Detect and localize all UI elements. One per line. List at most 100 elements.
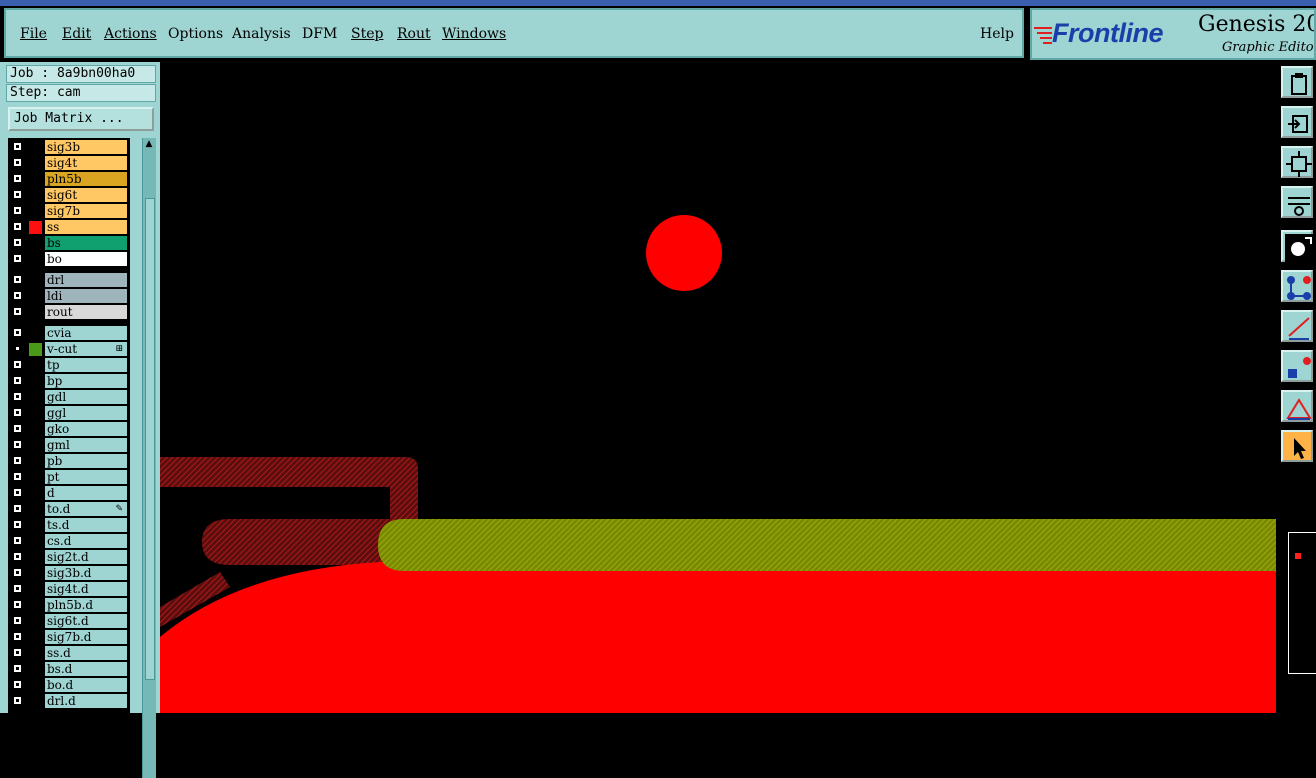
pad-circle[interactable]	[646, 215, 722, 291]
layer-name[interactable]: gko	[45, 422, 127, 436]
layer-row-tp[interactable]: tp	[8, 358, 130, 373]
menu-file[interactable]: File	[20, 26, 47, 42]
layer-name[interactable]: to.d ✎	[45, 502, 127, 516]
toolbar-button-pad[interactable]	[1281, 350, 1313, 382]
scroll-thumb[interactable]	[145, 198, 155, 680]
layer-checkbox[interactable]	[13, 440, 22, 449]
layer-checkbox[interactable]	[13, 174, 22, 183]
layer-name[interactable]: tp	[45, 358, 127, 372]
layer-row-pb[interactable]: pb	[8, 454, 130, 469]
layer-checkbox[interactable]	[13, 392, 22, 401]
layer-checkbox[interactable]	[13, 472, 22, 481]
layer-row-ss.d[interactable]: ss.d	[8, 646, 130, 661]
layer-checkbox[interactable]	[13, 222, 22, 231]
toolbar-button-clipboard[interactable]	[1281, 66, 1313, 98]
layer-checkbox[interactable]	[13, 158, 22, 167]
job-matrix-button[interactable]: Job Matrix ...	[8, 107, 154, 131]
menu-actions[interactable]: Actions	[104, 26, 157, 42]
toolbar-button-tool-settings[interactable]	[1281, 186, 1313, 218]
layer-checkbox[interactable]	[13, 376, 22, 385]
layer-checkbox[interactable]	[13, 238, 22, 247]
layer-name[interactable]: sig7b.d	[45, 630, 127, 644]
layer-row-ldi[interactable]: ldi	[8, 289, 130, 304]
layer-checkbox[interactable]	[13, 520, 22, 529]
layer-name[interactable]: cvia	[45, 326, 127, 340]
layer-name[interactable]: ts.d	[45, 518, 127, 532]
layer-checkbox[interactable]	[13, 552, 22, 561]
layer-name[interactable]: bo.d	[45, 678, 127, 692]
layer-row-pln5b.d[interactable]: pln5b.d	[8, 598, 130, 613]
layer-checkbox[interactable]	[13, 360, 22, 369]
layer-name[interactable]: sig6t.d	[45, 614, 127, 628]
layer-name[interactable]: ldi	[45, 289, 127, 303]
layer-name[interactable]: drl.d	[45, 694, 127, 708]
layer-name[interactable]: bo	[45, 252, 127, 266]
layer-checkbox[interactable]	[13, 190, 22, 199]
layer-name[interactable]: pb	[45, 454, 127, 468]
layer-checkbox[interactable]	[13, 254, 22, 263]
layer-checkbox[interactable]	[13, 275, 22, 284]
layer-checkbox[interactable]	[13, 632, 22, 641]
layer-row-gdl[interactable]: gdl	[8, 390, 130, 405]
layer-checkbox[interactable]	[13, 680, 22, 689]
layer-row-bs.d[interactable]: bs.d	[8, 662, 130, 677]
layer-checkbox[interactable]	[13, 536, 22, 545]
menu-windows[interactable]: Windows	[442, 26, 506, 42]
graphic-canvas[interactable]	[160, 62, 1276, 713]
layer-row-sig6t.d[interactable]: sig6t.d	[8, 614, 130, 629]
menu-edit[interactable]: Edit	[62, 26, 91, 42]
trace-pad[interactable]	[202, 519, 400, 565]
layer-checkbox[interactable]	[13, 328, 22, 337]
layer-row-bs[interactable]: bs	[8, 236, 130, 251]
menu-dfm[interactable]: DFM	[302, 26, 337, 42]
layer-name[interactable]: gdl	[45, 390, 127, 404]
menu-help[interactable]: Help	[980, 26, 1014, 42]
layer-name[interactable]: sig7b	[45, 204, 127, 218]
overview-minimap[interactable]	[1288, 532, 1316, 674]
toolbar-button-fit-view[interactable]	[1281, 146, 1313, 178]
layer-checkbox[interactable]	[13, 664, 22, 673]
layer-checkbox[interactable]	[13, 408, 22, 417]
layer-checkbox[interactable]	[13, 344, 22, 353]
menu-options[interactable]: Options	[168, 26, 223, 42]
layer-row-ggl[interactable]: ggl	[8, 406, 130, 421]
layer-checkbox[interactable]	[13, 568, 22, 577]
layer-name[interactable]: ss.d	[45, 646, 127, 660]
layer-row-sig6t[interactable]: sig6t	[8, 188, 130, 203]
layer-row-cs.d[interactable]: cs.d	[8, 534, 130, 549]
layer-checkbox[interactable]	[13, 696, 22, 705]
layer-checkbox[interactable]	[13, 600, 22, 609]
toolbar-button-pointer[interactable]	[1281, 430, 1313, 462]
menu-step[interactable]: Step	[351, 26, 383, 42]
layer-checkbox[interactable]	[13, 307, 22, 316]
layer-color-swatch[interactable]	[29, 343, 42, 356]
layer-row-gko[interactable]: gko	[8, 422, 130, 437]
layer-row-to.d[interactable]: to.d ✎	[8, 502, 130, 517]
layer-checkbox[interactable]	[13, 616, 22, 625]
layer-checkbox[interactable]	[13, 504, 22, 513]
layer-name[interactable]: sig4t	[45, 156, 127, 170]
layer-row-pln5b[interactable]: pln5b	[8, 172, 130, 187]
layer-name[interactable]: bs	[45, 236, 127, 250]
layer-row-rout[interactable]: rout	[8, 305, 130, 320]
layer-row-sig7b[interactable]: sig7b	[8, 204, 130, 219]
layer-checkbox[interactable]	[13, 584, 22, 593]
toolbar-button-connect-nodes[interactable]	[1281, 270, 1313, 302]
layer-name[interactable]: cs.d	[45, 534, 127, 548]
layer-checkbox[interactable]	[13, 424, 22, 433]
layer-row-sig3b.d[interactable]: sig3b.d	[8, 566, 130, 581]
toolbar-button-draw-line[interactable]	[1281, 310, 1313, 342]
layer-row-d[interactable]: d	[8, 486, 130, 501]
layer-checkbox[interactable]	[13, 206, 22, 215]
layer-checkbox[interactable]	[13, 142, 22, 151]
layer-name[interactable]: drl	[45, 273, 127, 287]
layer-color-swatch[interactable]	[29, 221, 42, 234]
layer-checkbox[interactable]	[13, 291, 22, 300]
layer-row-sig4t[interactable]: sig4t	[8, 156, 130, 171]
layer-checkbox[interactable]	[13, 456, 22, 465]
layer-name[interactable]: sig4t.d	[45, 582, 127, 596]
layer-list-scrollbar[interactable]: ▲	[142, 138, 156, 778]
layer-name[interactable]: d	[45, 486, 127, 500]
layer-name[interactable]: pln5b.d	[45, 598, 127, 612]
scroll-up-arrow-icon[interactable]: ▲	[143, 138, 155, 150]
